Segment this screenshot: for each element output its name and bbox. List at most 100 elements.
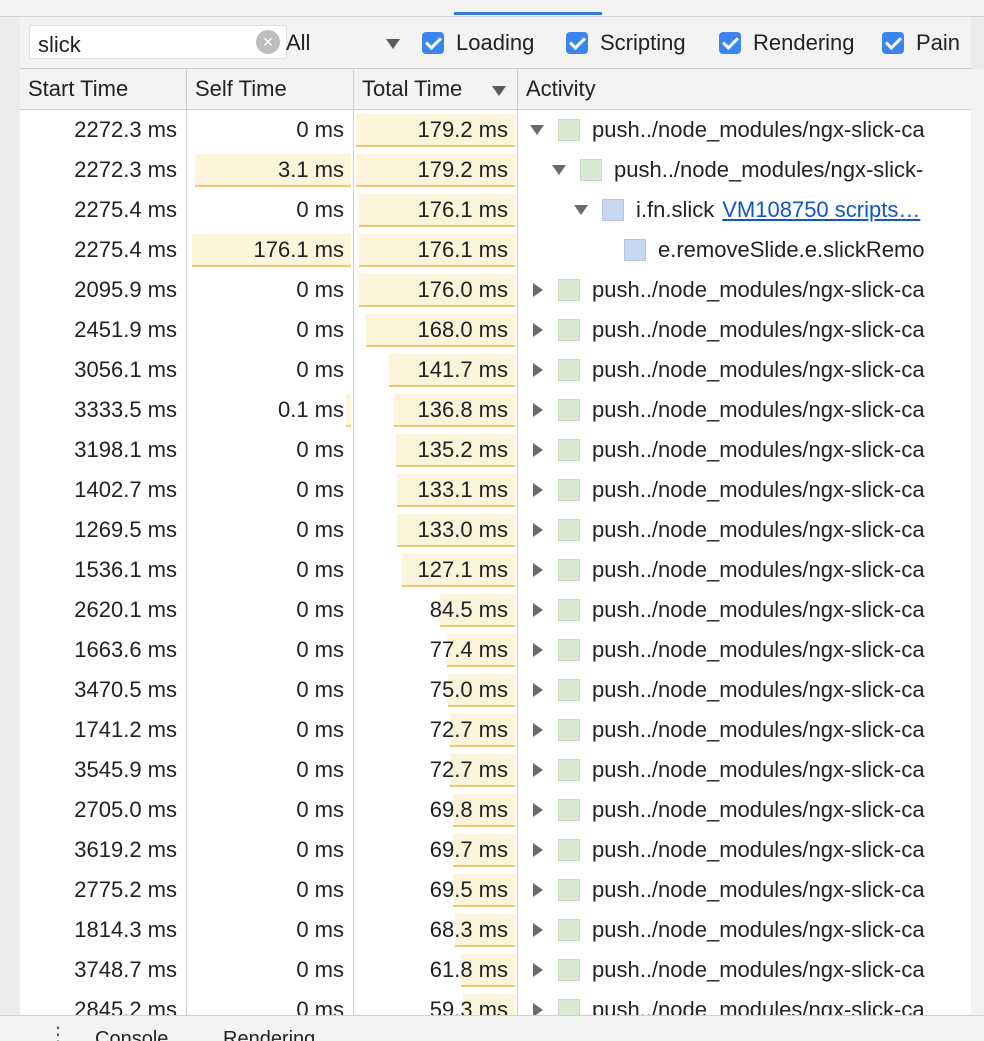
filter-painting[interactable]: Pain <box>882 29 960 57</box>
activity-name: push../node_modules/ngx-slick-ca <box>592 917 925 942</box>
activity-cell: push../node_modules/ngx-slick-ca <box>592 630 963 670</box>
search-value[interactable]: slick <box>38 32 81 58</box>
total-time-cell: 176.1 ms <box>417 197 509 222</box>
table-row[interactable]: 2451.9 ms 0 ms 168.0 ms push../node_modules… <box>20 310 971 350</box>
activity-cell: push../node_modules/ngx-slick- <box>614 150 963 190</box>
checkbox-scripting[interactable] <box>566 32 588 54</box>
expand-right-icon[interactable] <box>528 710 548 750</box>
expand-right-icon[interactable] <box>528 990 548 1015</box>
total-time-cell: 136.8 ms <box>417 397 509 422</box>
drawer-tab-bar: ⋮ Console Rendering <box>0 1015 984 1041</box>
expand-right-icon[interactable] <box>528 830 548 870</box>
total-time-cell: 133.1 ms <box>417 477 509 502</box>
category-color-swatch <box>558 879 580 901</box>
expand-down-icon[interactable] <box>550 150 570 190</box>
activity-name: push../node_modules/ngx-slick-ca <box>592 397 925 422</box>
table-row[interactable]: 1402.7 ms 0 ms 133.1 ms push../node_modules… <box>20 470 971 510</box>
sort-descending-icon[interactable] <box>492 86 506 96</box>
chevron-down-icon[interactable] <box>386 39 400 49</box>
table-row[interactable]: 3545.9 ms 0 ms 72.7 ms push../node_modules/… <box>20 750 971 790</box>
table-scrollbar-gutter[interactable] <box>971 69 984 1015</box>
expand-right-icon[interactable] <box>528 910 548 950</box>
category-color-swatch <box>558 959 580 981</box>
total-time-cell: 72.7 ms <box>429 757 508 782</box>
table-row[interactable]: 3470.5 ms 0 ms 75.0 ms push../node_modules/… <box>20 670 971 710</box>
expand-right-icon[interactable] <box>528 430 548 470</box>
category-color-swatch <box>580 159 602 181</box>
expand-right-icon[interactable] <box>528 310 548 350</box>
table-row[interactable]: 2272.3 ms 3.1 ms 179.2 ms push../node_modul… <box>20 150 971 190</box>
category-color-swatch <box>558 359 580 381</box>
level-select-value[interactable]: All <box>286 30 310 56</box>
filter-rendering[interactable]: Rendering <box>719 29 855 57</box>
table-row[interactable]: 2775.2 ms 0 ms 69.5 ms push../node_modules/… <box>20 870 971 910</box>
activity-name: push../node_modules/ngx-slick-ca <box>592 837 925 862</box>
filter-loading[interactable]: Loading <box>422 29 534 57</box>
tab-rendering[interactable]: Rendering <box>223 1028 315 1041</box>
expand-down-icon[interactable] <box>528 110 548 150</box>
expand-right-icon[interactable] <box>528 670 548 710</box>
total-time-cell: 61.8 ms <box>429 957 508 982</box>
checkbox-painting[interactable] <box>882 32 904 54</box>
column-header-activity[interactable]: Activity <box>518 69 971 109</box>
activity-name: push../node_modules/ngx-slick-ca <box>592 997 925 1015</box>
table-row[interactable]: 1741.2 ms 0 ms 72.7 ms push../node_modules/… <box>20 710 971 750</box>
expand-right-icon[interactable] <box>528 790 548 830</box>
expand-right-icon[interactable] <box>528 550 548 590</box>
table-row[interactable]: 2275.4 ms 176.1 ms 176.1 ms e.removeSlide.e… <box>20 230 971 270</box>
activity-cell: push../node_modules/ngx-slick-ca <box>592 910 963 950</box>
table-row[interactable]: 3619.2 ms 0 ms 69.7 ms push../node_modules/… <box>20 830 971 870</box>
table-row[interactable]: 1536.1 ms 0 ms 127.1 ms push../node_modules… <box>20 550 971 590</box>
tab-console[interactable]: Console <box>95 1028 168 1041</box>
activity-name: push../node_modules/ngx-slick-ca <box>592 717 925 742</box>
table-row[interactable]: 3333.5 ms 0.1 ms 136.8 ms push../node_modul… <box>20 390 971 430</box>
activity-cell: push../node_modules/ngx-slick-ca <box>592 750 963 790</box>
category-color-swatch <box>558 319 580 341</box>
activity-name: push../node_modules/ngx-slick-ca <box>592 597 925 622</box>
table-row[interactable]: 2845.2 ms 0 ms 59.3 ms push../node_modules/… <box>20 990 971 1015</box>
table-row[interactable]: 2620.1 ms 0 ms 84.5 ms push../node_modules/… <box>20 590 971 630</box>
table-row[interactable]: 2275.4 ms 0 ms 176.1 ms i.fn.slick VM108750 … <box>20 190 971 230</box>
category-color-swatch <box>558 639 580 661</box>
filter-scripting[interactable]: Scripting <box>566 29 686 57</box>
expand-down-icon[interactable] <box>572 190 592 230</box>
table-row[interactable]: 3056.1 ms 0 ms 141.7 ms push../node_modules… <box>20 350 971 390</box>
expand-right-icon[interactable] <box>528 590 548 630</box>
table-row[interactable]: 2272.3 ms 0 ms 179.2 ms push../node_modules… <box>20 110 971 150</box>
table-row[interactable]: 1663.6 ms 0 ms 77.4 ms push../node_modules/… <box>20 630 971 670</box>
activity-cell: push../node_modules/ngx-slick-ca <box>592 590 963 630</box>
activity-name: push../node_modules/ngx-slick-ca <box>592 877 925 902</box>
table-row[interactable]: 3198.1 ms 0 ms 135.2 ms push../node_modules… <box>20 430 971 470</box>
expand-right-icon[interactable] <box>528 630 548 670</box>
expand-right-icon[interactable] <box>528 470 548 510</box>
table-row[interactable]: 1814.3 ms 0 ms 68.3 ms push../node_modules/… <box>20 910 971 950</box>
total-time-cell: 127.1 ms <box>417 557 509 582</box>
level-select[interactable]: All <box>284 25 402 59</box>
table-row[interactable]: 2095.9 ms 0 ms 176.0 ms push../node_modules… <box>20 270 971 310</box>
expand-right-icon[interactable] <box>528 950 548 990</box>
expand-right-icon[interactable] <box>528 870 548 910</box>
column-header-start-time[interactable]: Start Time <box>20 69 186 109</box>
activity-cell: push../node_modules/ngx-slick-ca <box>592 270 963 310</box>
expand-right-icon[interactable] <box>528 350 548 390</box>
total-time-cell: 69.8 ms <box>429 797 508 822</box>
checkbox-loading[interactable] <box>422 32 444 54</box>
expand-right-icon[interactable] <box>528 270 548 310</box>
table-row[interactable]: 1269.5 ms 0 ms 133.0 ms push../node_modules… <box>20 510 971 550</box>
clear-search-icon[interactable]: × <box>256 30 280 54</box>
total-time-cell: 69.7 ms <box>429 837 508 862</box>
expand-right-icon[interactable] <box>528 510 548 550</box>
expand-right-icon[interactable] <box>528 750 548 790</box>
column-header-self-time[interactable]: Self Time <box>187 69 353 109</box>
search-input[interactable]: slick × <box>29 25 287 59</box>
expand-right-icon[interactable] <box>528 390 548 430</box>
checkbox-rendering[interactable] <box>719 32 741 54</box>
activity-cell: e.removeSlide.e.slickRemo <box>658 230 963 270</box>
total-time-cell: 176.1 ms <box>417 237 509 262</box>
table-row[interactable]: 3748.7 ms 0 ms 61.8 ms push../node_modules/… <box>20 950 971 990</box>
table-header: Start Time Self Time Total Time Activity <box>20 69 971 110</box>
source-link[interactable]: VM108750 scripts… <box>722 197 920 222</box>
more-tabs-icon[interactable]: ⋮ <box>48 1022 68 1041</box>
table-row[interactable]: 2705.0 ms 0 ms 69.8 ms push../node_modules/… <box>20 790 971 830</box>
category-color-swatch <box>558 479 580 501</box>
